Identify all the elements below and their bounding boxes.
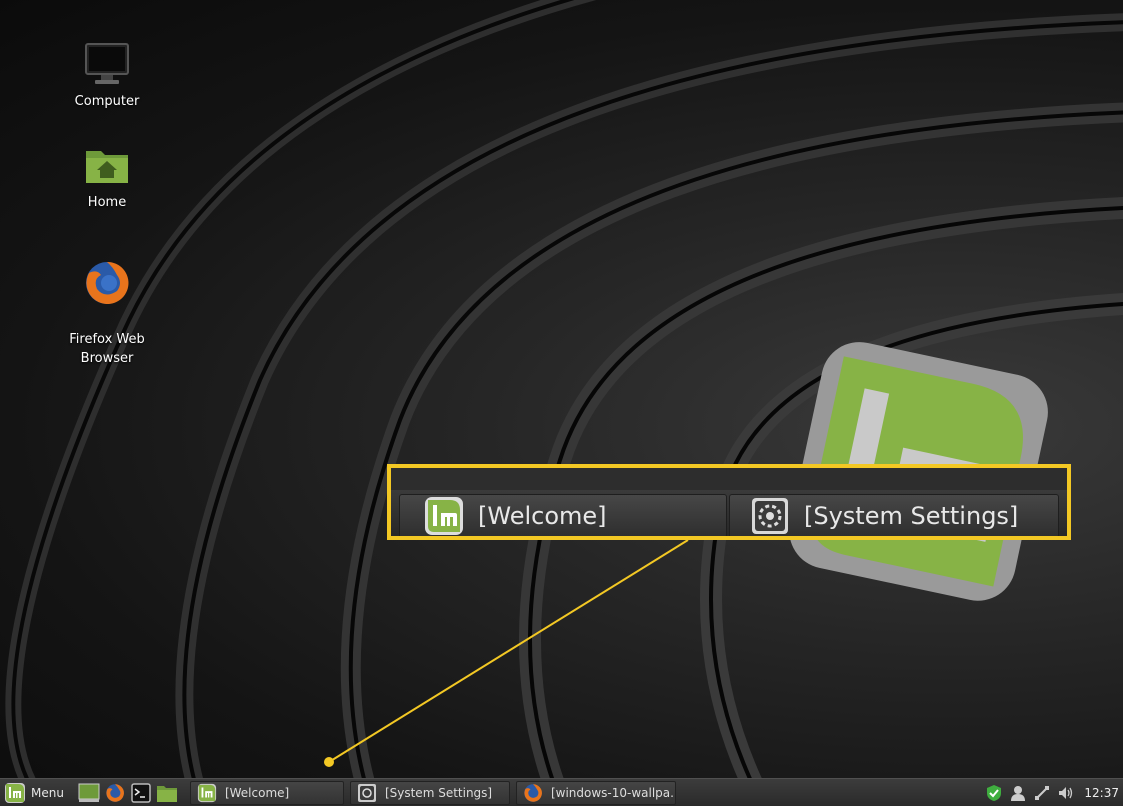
callout-system-settings-button: [System Settings] [729,494,1059,536]
task-label: [System Settings] [384,785,493,800]
tray-update-manager[interactable] [985,784,1003,802]
task-firefox-window[interactable]: [windows-10-wallpa... [515,780,676,805]
terminal-icon [131,782,151,803]
mint-logo-icon [425,497,463,535]
launcher-terminal[interactable] [130,782,152,804]
mint-logo-icon [197,783,217,802]
firefox-icon [86,261,129,304]
wallpaper [5,0,1123,778]
desktop-icon-computer[interactable]: Computer [62,40,152,111]
launcher-firefox[interactable] [104,782,126,804]
desktop-icon-home[interactable]: Home [62,141,152,212]
user-icon [1011,785,1026,801]
taskbar: Menu [Welcome] [System Settings] [window… [0,778,1123,806]
zoom-callout: [Welcome] [System Settings] [387,464,1071,540]
mint-logo-icon [5,782,25,803]
clock[interactable]: 12:37 [1084,786,1119,800]
files-icon [156,785,177,802]
firefox-icon [524,783,542,802]
desktop: Computer Home Firefox Web Browser [Welco… [0,0,1123,778]
system-tray: 12:37 [982,779,1123,806]
tray-user[interactable] [1009,784,1027,802]
task-system-settings[interactable]: [System Settings] [349,780,510,805]
callout-system-settings-label: [System Settings] [804,502,1019,530]
shield-check-icon [987,784,1002,801]
launcher-show-desktop[interactable] [78,782,100,804]
task-label: [Welcome] [224,785,290,800]
menu-label: Menu [31,785,64,800]
desktop-icon-label: Firefox Web Browser [69,332,145,366]
callout-welcome-label: [Welcome] [478,502,607,530]
home-folder-icon [86,151,128,183]
tray-network[interactable] [1033,784,1051,802]
task-label: [windows-10-wallpa... [550,785,676,800]
desktop-icon-firefox[interactable]: Firefox Web Browser [62,240,152,368]
menu-button[interactable]: Menu [0,779,70,806]
firefox-icon [106,783,124,802]
show-desktop-icon [78,783,100,802]
volume-icon [1059,786,1073,799]
system-settings-icon [752,498,788,534]
desktop-icon-label: Home [87,195,127,210]
task-welcome[interactable]: [Welcome] [189,780,344,805]
network-icon [1035,785,1050,800]
tray-volume[interactable] [1057,784,1075,802]
monitor-icon [85,43,129,84]
desktop-icon-label: Computer [74,94,140,109]
system-settings-icon [357,783,376,802]
launcher-files[interactable] [156,782,178,804]
callout-welcome-button: [Welcome] [399,494,727,536]
